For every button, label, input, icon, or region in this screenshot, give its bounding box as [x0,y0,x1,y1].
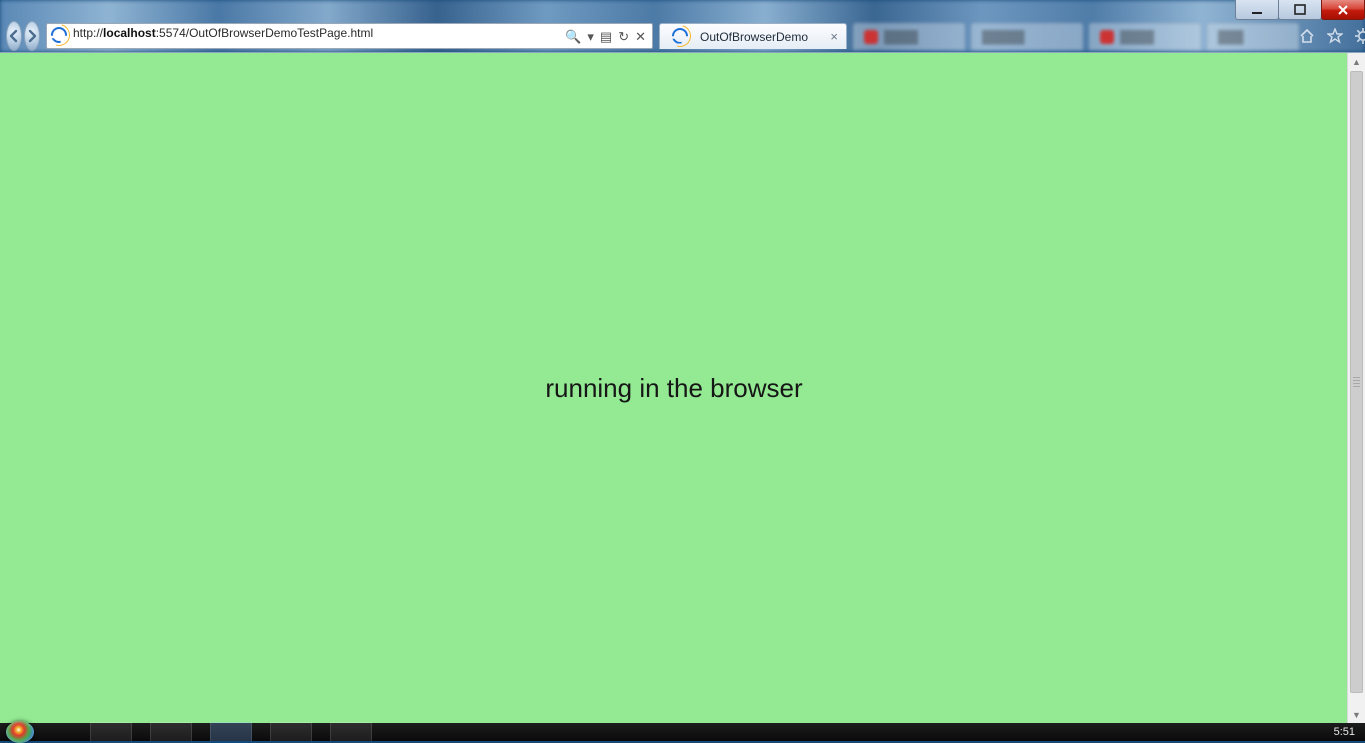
scroll-up-button[interactable]: ▲ [1348,53,1365,70]
favorites-icon[interactable] [1327,28,1343,44]
taskbar-app[interactable] [330,722,372,741]
url-input[interactable]: http://localhost:5574/OutOfBrowserDemoTe… [73,26,559,46]
taskbar-clock: 5:51 [1334,726,1355,738]
stop-icon[interactable]: ✕ [635,30,646,43]
browser-viewport: running in the browser ▲ ▼ [0,52,1365,723]
compatibility-view-icon[interactable]: ▤ [600,30,612,43]
start-button[interactable] [6,721,34,743]
address-bar[interactable]: http://localhost:5574/OutOfBrowserDemoTe… [46,23,653,49]
back-button[interactable] [6,21,22,51]
taskbar-app-ie[interactable] [210,722,252,741]
close-icon [1337,4,1349,16]
url-host: localhost [103,26,156,40]
taskbar-app[interactable] [150,722,192,741]
maximize-icon [1294,4,1306,16]
tools-icon[interactable] [1355,28,1365,44]
tab-inactive[interactable]: █████ [971,23,1083,50]
scroll-thumb[interactable] [1350,71,1363,693]
tab-close-button[interactable]: × [830,29,838,44]
tab-inactive[interactable]: ███ [1207,23,1299,50]
minimize-icon [1251,4,1263,16]
windows-taskbar[interactable]: 5:51 [0,723,1365,741]
refresh-icon[interactable]: ↻ [618,30,629,43]
window-controls [1236,0,1365,20]
taskbar-app[interactable] [270,722,312,741]
tab-inactive[interactable]: ████ [853,23,965,50]
tab-title: OutOfBrowserDemo [700,30,808,44]
home-icon[interactable] [1299,28,1315,44]
vertical-scrollbar[interactable]: ▲ ▼ [1347,53,1365,723]
forward-button[interactable] [24,21,40,51]
search-icon[interactable]: 🔍 [565,30,581,43]
url-scheme: http:// [73,26,103,40]
browser-toolbar: http://localhost:5574/OutOfBrowserDemoTe… [0,22,1365,50]
dropdown-icon[interactable]: ▾ [587,30,594,43]
address-bar-tools: 🔍 ▾ ▤ ↻ ✕ [559,30,652,43]
ie-page-icon [51,27,69,45]
arrow-right-icon [25,29,39,43]
scroll-down-button[interactable]: ▼ [1348,706,1365,723]
close-button[interactable] [1321,0,1365,20]
arrow-left-icon [7,29,21,43]
maximize-button[interactable] [1278,0,1322,20]
tab-inactive[interactable]: ████ [1089,23,1201,50]
tab-active[interactable]: OutOfBrowserDemo × [659,23,847,49]
command-bar [1299,28,1365,44]
ie-tab-icon [672,28,690,46]
taskbar-app[interactable] [90,722,132,741]
url-path: :5574/OutOfBrowserDemoTestPage.html [156,26,373,40]
status-message: running in the browser [545,373,802,404]
page-content: running in the browser [0,53,1348,723]
minimize-button[interactable] [1235,0,1279,20]
